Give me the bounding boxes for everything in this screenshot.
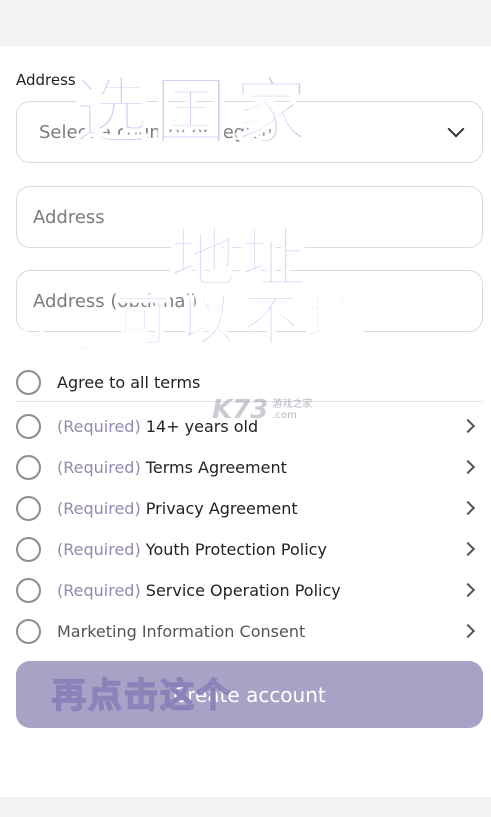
address-input[interactable]: Address bbox=[16, 186, 483, 248]
required-tag: (Required) bbox=[57, 498, 141, 518]
chevron-right-icon[interactable] bbox=[460, 418, 476, 434]
term-row-youth[interactable]: (Required) Youth Protection Policy bbox=[16, 532, 483, 566]
term-row-privacy[interactable]: (Required) Privacy Agreement bbox=[16, 491, 483, 525]
radio-unchecked-icon[interactable] bbox=[16, 369, 41, 395]
radio-unchecked-icon[interactable] bbox=[16, 495, 41, 521]
chevron-down-icon bbox=[447, 120, 465, 138]
term-label: (Required) 14+ years old bbox=[57, 417, 463, 436]
country-select-placeholder: Select a country or region bbox=[39, 121, 273, 143]
term-row-marketing[interactable]: Marketing Information Consent bbox=[16, 614, 483, 648]
term-name: Privacy Agreement bbox=[145, 498, 298, 518]
term-name: Service Operation Policy bbox=[145, 580, 341, 600]
term-name: 14+ years old bbox=[145, 416, 259, 436]
term-row-terms[interactable]: (Required) Terms Agreement bbox=[16, 450, 483, 484]
radio-unchecked-icon[interactable] bbox=[16, 413, 41, 439]
term-name: Marketing Information Consent bbox=[57, 621, 306, 641]
term-label: Marketing Information Consent bbox=[57, 622, 463, 641]
address-section-label: Address bbox=[16, 71, 76, 89]
term-name: Youth Protection Policy bbox=[145, 539, 327, 559]
address-optional-placeholder: Address (optional) bbox=[33, 290, 198, 312]
radio-unchecked-icon[interactable] bbox=[16, 454, 41, 480]
term-label: (Required) Privacy Agreement bbox=[57, 499, 463, 518]
required-tag: (Required) bbox=[57, 457, 141, 477]
bottom-bar bbox=[0, 797, 491, 817]
required-tag: (Required) bbox=[57, 539, 141, 559]
radio-unchecked-icon[interactable] bbox=[16, 577, 41, 603]
radio-unchecked-icon[interactable] bbox=[16, 536, 41, 562]
top-status-area bbox=[0, 0, 491, 46]
term-row-age[interactable]: (Required) 14+ years old bbox=[16, 409, 483, 443]
agree-all-label: Agree to all terms bbox=[57, 372, 201, 392]
term-label: (Required) Service Operation Policy bbox=[57, 581, 463, 600]
term-label: (Required) Youth Protection Policy bbox=[57, 540, 463, 559]
chevron-right-icon[interactable] bbox=[460, 582, 476, 598]
country-select[interactable]: Select a country or region bbox=[16, 101, 483, 163]
required-tag: (Required) bbox=[57, 580, 141, 600]
chevron-right-icon[interactable] bbox=[460, 623, 476, 639]
address-input-placeholder: Address bbox=[33, 206, 105, 228]
address-optional-input[interactable]: Address (optional) bbox=[16, 270, 483, 332]
divider bbox=[16, 401, 483, 402]
term-row-service[interactable]: (Required) Service Operation Policy bbox=[16, 573, 483, 607]
chevron-right-icon[interactable] bbox=[460, 500, 476, 516]
radio-unchecked-icon[interactable] bbox=[16, 618, 41, 644]
required-tag: (Required) bbox=[57, 416, 141, 436]
term-name: Terms Agreement bbox=[145, 457, 287, 477]
agree-all-row[interactable]: Agree to all terms bbox=[16, 364, 483, 400]
term-label: (Required) Terms Agreement bbox=[57, 458, 463, 477]
create-account-button[interactable]: Create account bbox=[16, 661, 483, 728]
chevron-right-icon[interactable] bbox=[460, 541, 476, 557]
chevron-right-icon[interactable] bbox=[460, 459, 476, 475]
